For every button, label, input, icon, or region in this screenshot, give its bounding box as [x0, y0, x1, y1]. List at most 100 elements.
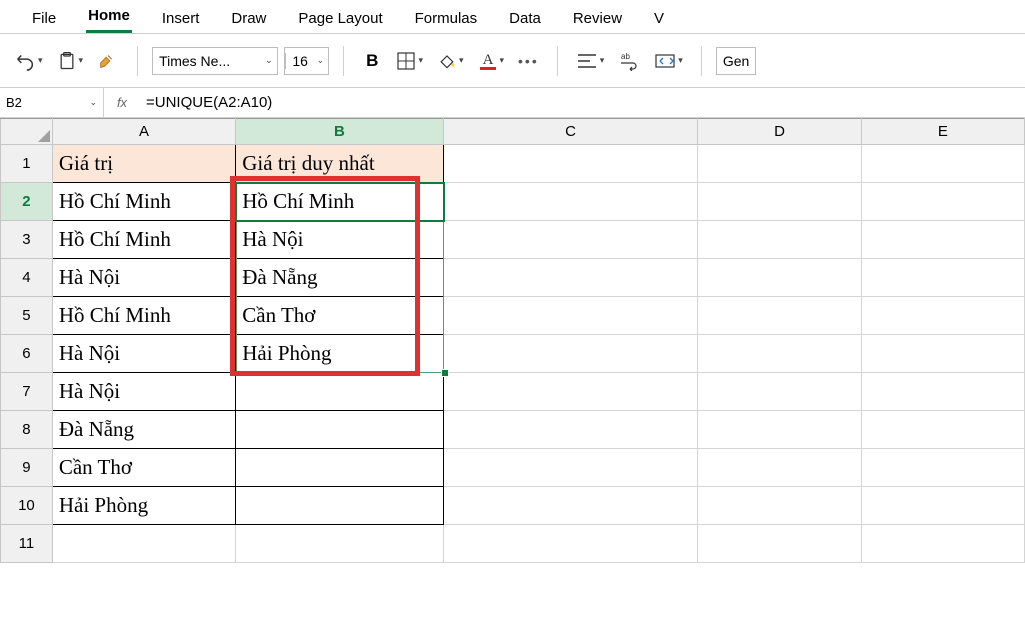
cell-A11[interactable]: [52, 525, 235, 563]
bold-button[interactable]: B: [358, 47, 386, 75]
select-all-corner[interactable]: [1, 119, 53, 145]
cell[interactable]: [861, 449, 1024, 487]
cell[interactable]: [861, 221, 1024, 259]
font-size-select[interactable]: 16 ⌄: [284, 47, 330, 75]
row-header[interactable]: 7: [1, 373, 53, 411]
cell[interactable]: [861, 297, 1024, 335]
merge-button[interactable]: ▾: [650, 47, 687, 75]
cell[interactable]: [443, 259, 698, 297]
cell-A10[interactable]: Hải Phòng: [52, 487, 235, 525]
cell[interactable]: [443, 449, 698, 487]
tab-review[interactable]: Review: [571, 4, 624, 33]
font-name-value: Times Ne...: [153, 53, 263, 69]
tab-insert[interactable]: Insert: [160, 4, 202, 33]
number-format-select[interactable]: Gen: [716, 47, 756, 75]
cell-B10[interactable]: [236, 487, 443, 525]
align-button[interactable]: ▾: [572, 47, 609, 75]
cell-A9[interactable]: Cần Thơ: [52, 449, 235, 487]
row-header[interactable]: 11: [1, 525, 53, 563]
formula-input[interactable]: =UNIQUE(A2:A10): [140, 94, 1025, 111]
tab-home[interactable]: Home: [86, 1, 132, 33]
cell-B8[interactable]: [236, 411, 443, 449]
format-painter-button[interactable]: [93, 47, 123, 75]
cell-A7[interactable]: Hà Nội: [52, 373, 235, 411]
tab-view-truncated[interactable]: V: [652, 4, 666, 33]
cell[interactable]: [861, 411, 1024, 449]
toolbar-separator: [557, 46, 558, 76]
font-color-button[interactable]: A ▾: [474, 47, 509, 75]
cell[interactable]: [443, 335, 698, 373]
cell-B2[interactable]: Hồ Chí Minh: [236, 183, 443, 221]
cell-B6[interactable]: Hải Phòng: [236, 335, 443, 373]
cell[interactable]: [698, 297, 861, 335]
cell-B7[interactable]: [236, 373, 443, 411]
cell[interactable]: [698, 411, 861, 449]
font-family-select[interactable]: Times Ne... ⌄: [152, 47, 278, 75]
cell-D1[interactable]: [698, 145, 861, 183]
cell[interactable]: [861, 487, 1024, 525]
cell[interactable]: [861, 525, 1024, 563]
row-header[interactable]: 5: [1, 297, 53, 335]
cell-B11[interactable]: [236, 525, 443, 563]
more-options-button[interactable]: •••: [514, 47, 543, 75]
cell[interactable]: [443, 525, 698, 563]
cell[interactable]: [443, 183, 698, 221]
cell-B3[interactable]: Hà Nội: [236, 221, 443, 259]
cell[interactable]: [861, 335, 1024, 373]
cell[interactable]: [698, 259, 861, 297]
paste-button[interactable]: ▾: [53, 47, 88, 75]
row-header[interactable]: 1: [1, 145, 53, 183]
cell-E1[interactable]: [861, 145, 1024, 183]
cell[interactable]: [861, 373, 1024, 411]
cell-A2[interactable]: Hồ Chí Minh: [52, 183, 235, 221]
cell[interactable]: [861, 183, 1024, 221]
cell-B5[interactable]: Cần Thơ: [236, 297, 443, 335]
col-header-D[interactable]: D: [698, 119, 861, 145]
cell-A4[interactable]: Hà Nội: [52, 259, 235, 297]
cell-A3[interactable]: Hồ Chí Minh: [52, 221, 235, 259]
tab-draw[interactable]: Draw: [229, 4, 268, 33]
cell[interactable]: [698, 525, 861, 563]
col-header-E[interactable]: E: [861, 119, 1024, 145]
tab-formulas[interactable]: Formulas: [413, 4, 480, 33]
tab-page-layout[interactable]: Page Layout: [296, 4, 384, 33]
cell-A8[interactable]: Đà Nẵng: [52, 411, 235, 449]
cell-B1[interactable]: Giá trị duy nhất: [236, 145, 443, 183]
row-header[interactable]: 4: [1, 259, 53, 297]
wrap-text-button[interactable]: ab: [614, 47, 644, 75]
cell-A1[interactable]: Giá trị: [52, 145, 235, 183]
cell[interactable]: [698, 335, 861, 373]
cell[interactable]: [443, 487, 698, 525]
fx-label[interactable]: fx: [104, 95, 140, 110]
cell[interactable]: [443, 297, 698, 335]
cell-A5[interactable]: Hồ Chí Minh: [52, 297, 235, 335]
tab-file[interactable]: File: [30, 4, 58, 33]
cell[interactable]: [861, 259, 1024, 297]
tab-data[interactable]: Data: [507, 4, 543, 33]
cell-A6[interactable]: Hà Nội: [52, 335, 235, 373]
cell-B9[interactable]: [236, 449, 443, 487]
cell[interactable]: [698, 487, 861, 525]
undo-button[interactable]: ▾: [10, 47, 47, 75]
cell[interactable]: [698, 449, 861, 487]
col-header-A[interactable]: A: [52, 119, 235, 145]
row-header[interactable]: 10: [1, 487, 53, 525]
row-header[interactable]: 3: [1, 221, 53, 259]
col-header-C[interactable]: C: [443, 119, 698, 145]
cell-B4[interactable]: Đà Nẵng: [236, 259, 443, 297]
cell[interactable]: [443, 373, 698, 411]
cell[interactable]: [443, 221, 698, 259]
borders-button[interactable]: ▾: [392, 47, 427, 75]
row-header[interactable]: 9: [1, 449, 53, 487]
row-header[interactable]: 8: [1, 411, 53, 449]
row-header[interactable]: 2: [1, 183, 53, 221]
row-header[interactable]: 6: [1, 335, 53, 373]
name-box[interactable]: B2 ⌄: [0, 88, 104, 117]
cell[interactable]: [698, 373, 861, 411]
col-header-B[interactable]: B: [236, 119, 443, 145]
fill-color-button[interactable]: ▾: [433, 47, 468, 75]
cell[interactable]: [698, 221, 861, 259]
cell-C1[interactable]: [443, 145, 698, 183]
cell[interactable]: [698, 183, 861, 221]
cell[interactable]: [443, 411, 698, 449]
